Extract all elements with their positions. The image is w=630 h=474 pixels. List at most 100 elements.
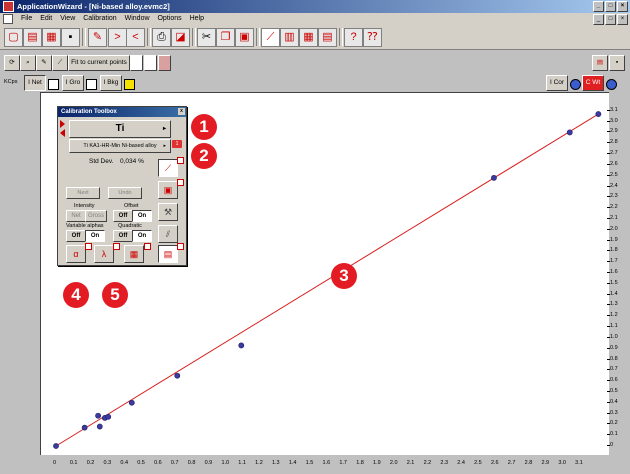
alpha-correction-flag-icon [85,243,92,250]
pen-icon[interactable]: ✎ [36,55,52,71]
intensity-gross-toggle[interactable]: Gross [85,210,107,222]
x-tick-label: 1.5 [305,460,314,466]
print-icon[interactable]: ⎙ [152,28,171,47]
element-label: Ti [115,123,125,134]
inet-button[interactable]: I Net [24,75,46,91]
x-tick-label: 0.7 [170,460,179,466]
copy-icon[interactable]: ❐ [216,28,235,47]
menu-edit[interactable]: Edit [40,15,52,22]
swatch-white-2[interactable] [144,55,157,71]
data-point-8[interactable] [238,342,245,349]
matrix-correction-icon[interactable]: ▣ [158,181,178,199]
plot-fit-icon[interactable]: ⟋ [158,159,178,177]
cwt-button[interactable]: C Wt [582,75,604,91]
report-view-icon[interactable]: ▤ [158,245,178,263]
print-preview-icon[interactable]: ◪ [171,28,190,47]
save-chart-icon[interactable]: ▪ [609,55,625,71]
alpha-correction-icon[interactable]: α [66,245,86,263]
x-tick-label: 0.4 [120,460,129,466]
toolbar-separator [82,28,86,46]
minimize-button[interactable]: _ [593,1,604,12]
igro-color-swatch [86,79,97,90]
variable-alphas-off-toggle[interactable]: Off [66,230,86,242]
toolbox-close-button[interactable]: x [178,108,185,115]
quadratic-off-toggle[interactable]: Off [113,230,133,242]
x-tick-label: 2.7 [507,460,516,466]
fit-to-current-points-button[interactable]: Fit to current points [68,55,130,71]
next-button[interactable]: Next [66,187,100,199]
data-point-3[interactable] [96,423,103,430]
element-selector[interactable]: Ti ▸ [69,120,171,138]
data-point-6[interactable] [128,399,135,406]
new-file-icon[interactable]: ▢ [4,28,23,47]
offset-off-toggle[interactable]: Off [113,210,133,222]
fit-line-icon[interactable]: ⟋ [52,55,68,71]
mdi-minimize-button[interactable]: _ [593,14,604,25]
paste-icon[interactable]: ▣ [235,28,254,47]
cut-icon[interactable]: ✂ [197,28,216,47]
prev-element-arrow-icon[interactable] [60,129,65,137]
data-point-11[interactable] [595,111,602,117]
data-point-9[interactable] [491,174,497,181]
data-point-1[interactable] [81,424,88,431]
x-tick-label: 1.1 [238,460,246,466]
close-button[interactable]: × [617,1,628,12]
data-point-2[interactable] [95,412,102,419]
mdi-restore-button[interactable]: □ [605,14,616,25]
standards-icon[interactable]: ▦ [124,245,144,263]
menu-view[interactable]: View [60,15,75,22]
help-icon[interactable]: ? [344,28,363,47]
callout-1: 1 [191,114,217,140]
y-tick-label: 2.7 [607,150,618,157]
report-icon[interactable]: ▤ [592,55,608,71]
menu-help[interactable]: Help [190,15,204,22]
open-file-icon[interactable]: ▤ [23,28,42,47]
swatch-pink[interactable] [158,55,171,71]
table-view-icon[interactable]: ▥ [280,28,299,47]
maximize-button[interactable]: □ [605,1,616,12]
calibration-toolbox[interactable]: Calibration Toolbox x Ti ▸ Ti KA1-HR-Min… [57,106,187,266]
quadratic-on-toggle[interactable]: On [132,230,152,242]
menu-window[interactable]: Window [125,15,150,22]
grid-view-icon[interactable]: ▦ [299,28,318,47]
data-point-10[interactable] [566,129,573,136]
line-overlap-icon[interactable]: λ [94,245,114,263]
undo-button[interactable]: Undo [108,187,142,199]
open-folder-icon[interactable]: ▦ [42,28,61,47]
data-point-0[interactable] [53,443,59,449]
y-tick-label: 0.4 [607,398,618,405]
calibration-badge[interactable]: 1 [172,140,182,148]
quadratic-label: Quadratic [118,223,142,229]
settings-tool-icon[interactable]: ⚒ [158,203,178,221]
menu-options[interactable]: Options [157,15,181,22]
tools-icon[interactable]: ✎ [88,28,107,47]
x-tick-label: 2.2 [423,460,432,466]
forward-icon[interactable]: > [108,28,127,47]
context-help-icon[interactable]: ⁇ [363,28,382,47]
columns-view-icon[interactable]: ▤ [318,28,337,47]
refresh-icon[interactable]: ⟳ [4,55,20,71]
data-point-5[interactable] [105,413,112,420]
icor-button[interactable]: I Cor [546,75,568,91]
offset-on-toggle[interactable]: On [132,210,152,222]
y-tick-label: 1.0 [607,333,618,340]
ibkg-button[interactable]: I Bkg [100,75,122,91]
ibkg-color-swatch [124,79,135,90]
save-icon[interactable]: ▪ [61,28,80,47]
swatch-white-1[interactable] [130,55,143,71]
variable-alphas-on-toggle[interactable]: On [85,230,105,242]
document-icon[interactable] [3,14,13,24]
igro-button[interactable]: I Gro [62,75,84,91]
menu-file[interactable]: File [21,15,32,22]
x-tick-label: 3.1 [575,460,583,466]
intensity-net-toggle[interactable]: Net [66,210,86,222]
data-point-7[interactable] [174,372,181,379]
menu-calibration[interactable]: Calibration [83,15,116,22]
back-icon[interactable]: < [126,28,145,47]
calibration-selector[interactable]: Ti KA1-HR-Min Ni-based alloy ▸ [69,139,171,153]
ruler-icon[interactable]: ⫽ [158,225,178,243]
calibration-chart-icon[interactable]: ⟋ [261,28,280,47]
next-element-arrow-icon[interactable] [60,120,65,128]
mdi-close-button[interactable]: × [617,14,628,25]
zoom-icon[interactable]: ⌕ [20,55,36,71]
